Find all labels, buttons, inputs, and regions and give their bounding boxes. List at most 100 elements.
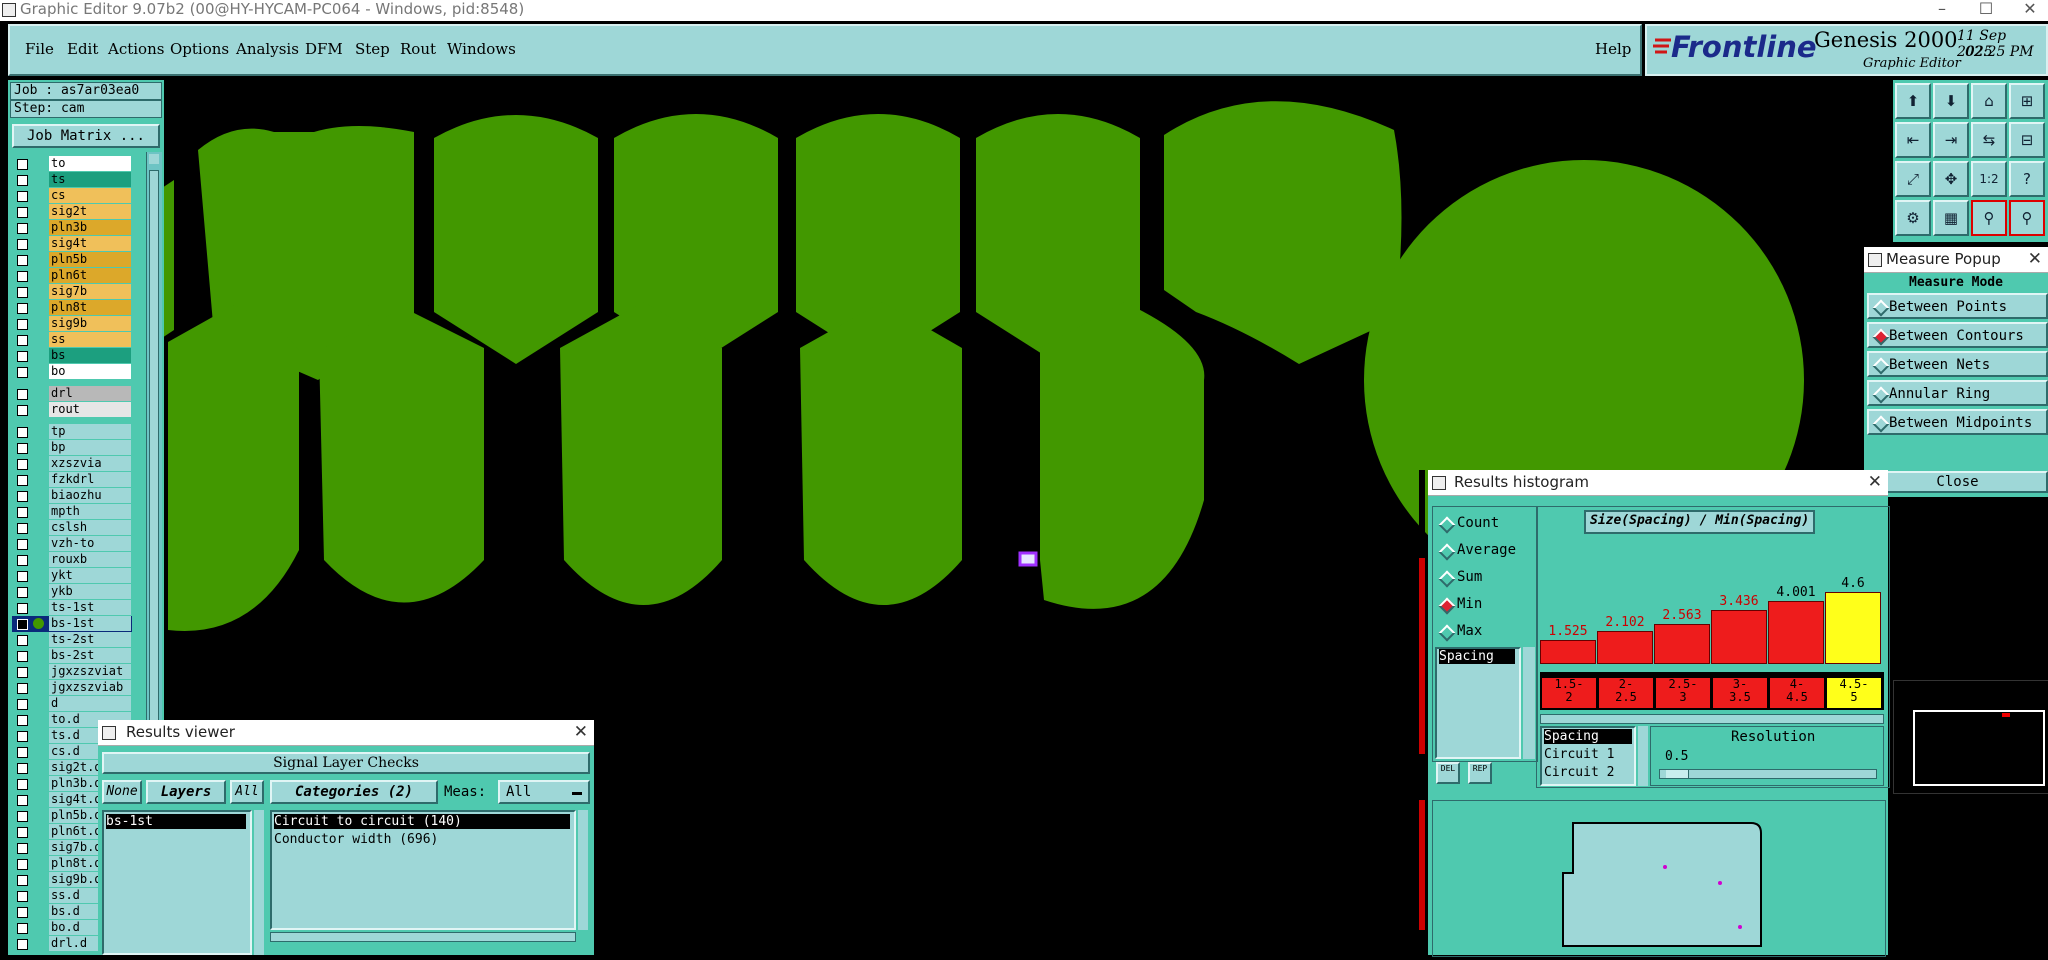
layer-row[interactable]: bs-2st (12, 648, 132, 664)
bin-label[interactable]: 4- 4.5 (1770, 678, 1824, 708)
layer-row[interactable]: ts-2st (12, 632, 132, 648)
layer-name[interactable]: mpth (49, 504, 131, 519)
tool-button[interactable]: ▦ (1933, 200, 1969, 236)
histogram-titlebar[interactable]: Results histogram ✕ (1428, 470, 1888, 496)
menu-dfm[interactable]: DFM (305, 40, 343, 58)
layers-list-scrollbar[interactable] (254, 810, 264, 955)
layer-checkbox[interactable] (17, 207, 28, 218)
rep-button[interactable]: REP (1468, 762, 1492, 784)
tool-button[interactable]: ? (2009, 161, 2045, 197)
layer-checkbox[interactable] (17, 859, 28, 870)
menu-help[interactable]: Help (1595, 40, 1631, 58)
layer-name[interactable]: xzszvia (49, 456, 131, 471)
layer-row[interactable]: xzszvia (12, 456, 132, 472)
categories-h-scrollbar[interactable] (270, 932, 576, 942)
layer-row[interactable]: ts-1st (12, 600, 132, 616)
layer-checkbox[interactable] (17, 367, 28, 378)
layer-checkbox[interactable] (17, 175, 28, 186)
stat-min[interactable]: Min (1435, 594, 1533, 616)
del-button[interactable]: DEL (1436, 762, 1460, 784)
attribute-scrollbar[interactable] (1523, 647, 1535, 759)
menu-file[interactable]: File (25, 40, 54, 58)
layer-checkbox[interactable] (17, 635, 28, 646)
histogram-bar[interactable] (1711, 610, 1767, 664)
layer-name[interactable]: bo (49, 364, 131, 379)
none-button[interactable]: None (102, 780, 142, 804)
layer-row[interactable]: pln6t (12, 268, 132, 284)
layer-result-item[interactable]: bs-1st (106, 814, 246, 829)
layer-row[interactable]: ss (12, 332, 132, 348)
layer-checkbox[interactable] (17, 223, 28, 234)
layers-button[interactable]: Layers (146, 780, 226, 804)
tool-button[interactable]: ⇤ (1895, 122, 1931, 158)
slider-thumb[interactable] (1666, 770, 1689, 778)
tool-button[interactable]: ⊟ (2009, 122, 2045, 158)
layer-checkbox[interactable] (17, 779, 28, 790)
close-icon[interactable]: ✕ (1868, 470, 1882, 494)
layer-name[interactable]: bs-2st (49, 648, 131, 663)
layer-row[interactable]: drl (12, 386, 132, 402)
layer-checkbox[interactable] (17, 811, 28, 822)
layer-row[interactable]: cs (12, 188, 132, 204)
layer-row[interactable]: vzh-to (12, 536, 132, 552)
layer-name[interactable]: ss (49, 332, 131, 347)
layer-checkbox[interactable] (17, 255, 28, 266)
layer-checkbox[interactable] (17, 159, 28, 170)
tool-button[interactable]: ⚙ (1895, 200, 1931, 236)
layer-checkbox[interactable] (17, 651, 28, 662)
layer-checkbox[interactable] (17, 699, 28, 710)
menu-actions[interactable]: Actions (108, 40, 164, 58)
tool-button[interactable]: ⤢ (1895, 161, 1931, 197)
layer-checkbox[interactable] (17, 405, 28, 416)
tool-button[interactable]: ⬆ (1895, 83, 1931, 119)
layer-name[interactable]: sig7b (49, 284, 131, 299)
histogram-bar[interactable] (1768, 601, 1824, 664)
close-icon[interactable]: ✕ (574, 720, 588, 744)
layer-name[interactable]: pln3b (49, 220, 131, 235)
layer-checkbox[interactable] (17, 389, 28, 400)
measure-option-between-nets[interactable]: Between Nets (1867, 351, 2048, 377)
categories-button[interactable]: Categories (2) (270, 780, 438, 804)
layer-row[interactable]: biaozhu (12, 488, 132, 504)
menu-analysis[interactable]: Analysis (236, 40, 299, 58)
layer-name[interactable]: sig4t (49, 236, 131, 251)
layer-checkbox[interactable] (17, 319, 28, 330)
signal-layer-checks-header[interactable]: Signal Layer Checks (102, 752, 590, 774)
layers-results-list[interactable]: bs-1st (102, 810, 252, 955)
layer-row[interactable]: to (12, 156, 132, 172)
layer-checkbox[interactable] (17, 667, 28, 678)
layer-name[interactable]: jgxzszviab (49, 680, 131, 695)
close-window-button[interactable]: ✕ (2012, 0, 2048, 20)
layer-row[interactable]: fzkdrl (12, 472, 132, 488)
job-matrix-button[interactable]: Job Matrix ... (12, 124, 160, 148)
layer-name[interactable]: ts (49, 172, 131, 187)
categories-list-scrollbar[interactable] (578, 810, 588, 930)
close-icon[interactable]: ✕ (2028, 247, 2042, 271)
layer-row[interactable]: sig4t (12, 236, 132, 252)
layer-checkbox[interactable] (17, 763, 28, 774)
layer-checkbox[interactable] (17, 239, 28, 250)
layer-checkbox[interactable] (17, 287, 28, 298)
categories-results-list[interactable]: Circuit to circuit (140) Conductor width… (270, 810, 576, 930)
meas-select[interactable]: All (498, 780, 590, 804)
menu-rout[interactable]: Rout (400, 40, 436, 58)
layer-name[interactable]: biaozhu (49, 488, 131, 503)
measure-option-between-points[interactable]: Between Points (1867, 293, 2048, 319)
board-preview[interactable] (1432, 800, 1886, 957)
layer-row[interactable]: ykt (12, 568, 132, 584)
layer-name[interactable]: sig2t (49, 204, 131, 219)
resolution-slider[interactable] (1659, 769, 1877, 779)
histogram-bar[interactable] (1825, 592, 1881, 664)
layer-checkbox[interactable] (17, 731, 28, 742)
menu-options[interactable]: Options (170, 40, 229, 58)
layer-checkbox[interactable] (17, 507, 28, 518)
histogram-bar[interactable] (1597, 631, 1653, 664)
layer-checkbox[interactable] (17, 619, 28, 630)
layer-name[interactable]: bs-1st (49, 616, 131, 631)
layer-checkbox[interactable] (17, 523, 28, 534)
bin-label[interactable]: 4.5- 5 (1827, 678, 1881, 708)
layer-name[interactable]: cslsh (49, 520, 131, 535)
field-spacing[interactable]: Spacing (1544, 729, 1632, 744)
layer-name[interactable]: ykb (49, 584, 131, 599)
layer-name[interactable]: pln5b (49, 252, 131, 267)
